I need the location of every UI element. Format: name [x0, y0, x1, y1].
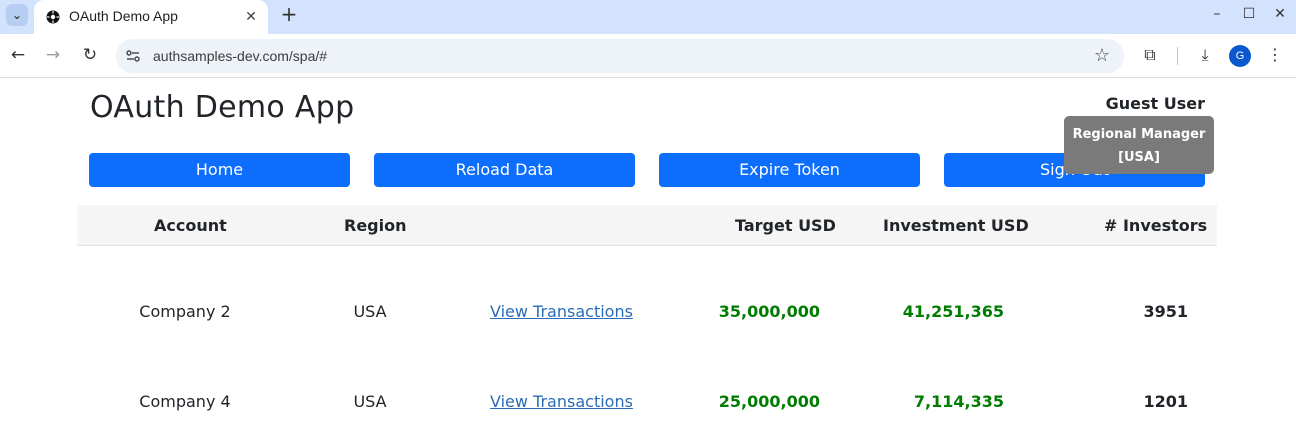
expire-token-button[interactable]: Expire Token [659, 153, 920, 187]
url-text[interactable]: authsamples-dev.com/spa/# [153, 48, 327, 64]
tooltip-role: Regional Manager [1072, 127, 1206, 142]
back-arrow-icon[interactable]: ← [7, 44, 29, 66]
table-header: Account Region Target USD Investment USD… [77, 205, 1217, 246]
header-target-usd: Target USD [735, 216, 836, 235]
reload-data-button[interactable]: Reload Data [374, 153, 635, 187]
bookmark-star-icon[interactable]: ☆ [1094, 45, 1110, 66]
favicon-icon [46, 10, 60, 24]
profile-avatar[interactable]: G [1229, 45, 1251, 67]
cell-region: USA [353, 392, 387, 411]
user-name[interactable]: Guest User [1106, 94, 1205, 113]
view-transactions-link[interactable]: View Transactions [490, 302, 633, 321]
header-account: Account [154, 216, 227, 235]
maximize-icon[interactable]: ☐ [1240, 5, 1258, 23]
view-transactions-link[interactable]: View Transactions [490, 392, 633, 411]
close-tab-icon[interactable]: ✕ [243, 9, 259, 25]
cell-investors: 3951 [1143, 302, 1188, 321]
tab-title: OAuth Demo App [69, 8, 178, 24]
cell-region: USA [353, 302, 387, 321]
cell-target-usd: 25,000,000 [718, 392, 820, 411]
browser-toolbar: ← → ↻ authsamples-dev.com/spa/# ☆ ⧉ ⤓ G … [0, 34, 1296, 78]
cell-investors: 1201 [1143, 392, 1188, 411]
extensions-puzzle-icon[interactable]: ⧉ [1139, 44, 1161, 66]
new-tab-plus-icon[interactable]: + [279, 4, 299, 26]
home-button[interactable]: Home [89, 153, 350, 187]
more-menu-icon[interactable]: ⋮ [1264, 44, 1286, 66]
tooltip-region: [USA] [1118, 150, 1160, 165]
cell-investment-usd: 7,114,335 [913, 392, 1004, 411]
reload-icon[interactable]: ↻ [79, 44, 101, 66]
browser-tabstrip: ⌄ OAuth Demo App ✕ + – ☐ ✕ [0, 0, 1296, 34]
cell-account: Company 2 [139, 302, 231, 321]
minimize-icon[interactable]: – [1208, 5, 1226, 23]
toolbar-divider [1177, 47, 1178, 65]
page-title: OAuth Demo App [90, 90, 355, 125]
user-role-tooltip: Regional Manager [USA] [1064, 116, 1214, 174]
cell-investment-usd: 41,251,365 [902, 302, 1004, 321]
download-icon[interactable]: ⤓ [1194, 44, 1216, 66]
cell-account: Company 4 [139, 392, 231, 411]
header-investment-usd: Investment USD [883, 216, 1029, 235]
header-region: Region [344, 216, 407, 235]
address-bar[interactable]: authsamples-dev.com/spa/# ☆ [116, 39, 1124, 73]
site-settings-icon[interactable] [124, 47, 142, 65]
browser-tab[interactable]: OAuth Demo App ✕ [34, 0, 268, 34]
cell-target-usd: 35,000,000 [718, 302, 820, 321]
close-window-icon[interactable]: ✕ [1271, 5, 1289, 23]
forward-arrow-icon[interactable]: → [42, 44, 64, 66]
header-investors: # Investors [1104, 216, 1208, 235]
tab-search-chevron-icon[interactable]: ⌄ [6, 4, 28, 26]
